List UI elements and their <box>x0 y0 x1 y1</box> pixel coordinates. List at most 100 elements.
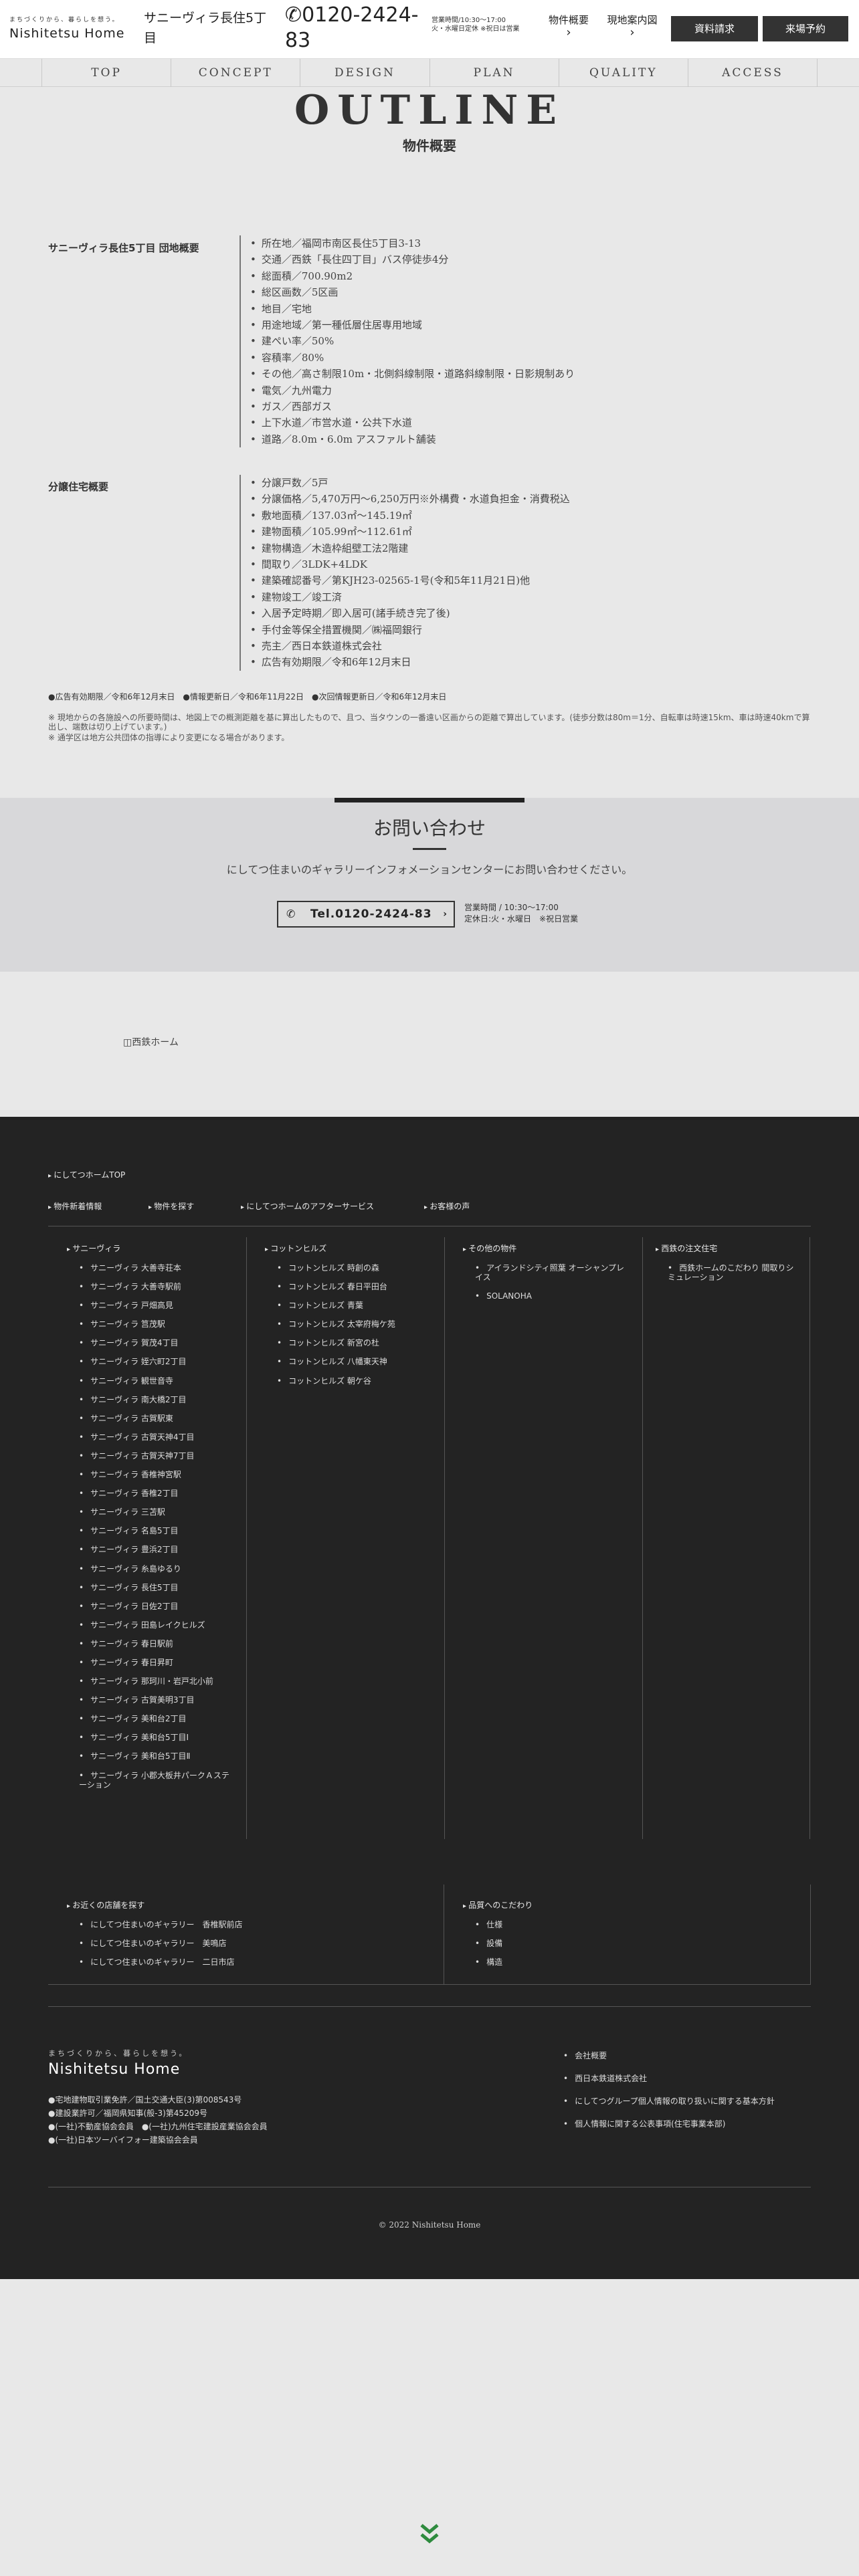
footer-brand-tagline: まちづくりから、暮らしを想う。 <box>48 2049 189 2058</box>
footer-shop-link[interactable]: にしてつ住まいのギャラリー 香椎駅前店 <box>79 1920 428 1929</box>
estate-spec-item: 総区画数／5区画 <box>250 284 575 300</box>
footer-property-link[interactable]: コットンヒルズ 太宰府梅ケ苑 <box>277 1319 432 1329</box>
housing-spec-item: 分譲価格／5,470万円〜6,250万円※外構費・水道負担金・消費税込 <box>250 491 570 507</box>
footer-property-link[interactable]: サニーヴィラ 小郡大板井パークＡステーション <box>79 1771 234 1790</box>
footer-property-link[interactable]: サニーヴィラ 筥茂駅 <box>79 1319 234 1329</box>
license-line: ●宅地建物取引業免許／国土交通大臣(3)第008543号 <box>48 2095 242 2105</box>
footer-property-link[interactable]: サニーヴィラ 美和台5丁目Ⅰ <box>79 1733 234 1742</box>
footer-link-privacy-policy[interactable]: にしてつグループ個人情報の取り扱いに関する基本方針 <box>563 2090 775 2113</box>
footer-link-home[interactable]: にしてつホームTOP <box>48 1169 125 1180</box>
housing-spec-item: 広告有効期限／令和6年12月末日 <box>250 654 570 670</box>
footer-col-custom-homes: 西鉄の注文住宅 西鉄ホームのこだわり 間取りシミュレーション <box>656 1243 796 1291</box>
footer-property-link[interactable]: サニーヴィラ 田島レイクヒルズ <box>79 1620 234 1630</box>
image-alt-text: 西鉄ホーム <box>132 1037 179 1048</box>
footer-property-link[interactable]: サニーヴィラ 名島5丁目 <box>79 1526 234 1535</box>
footer-link-search[interactable]: 物件を探す <box>149 1200 194 1212</box>
footer-shop-link[interactable]: にしてつ住まいのギャラリー 美鳴店 <box>79 1939 428 1948</box>
footer-property-link[interactable]: サニーヴィラ 日佐2丁目 <box>79 1602 234 1611</box>
footer-property-link[interactable]: サニーヴィラ 長住5丁目 <box>79 1583 234 1592</box>
note-school: ※ 通学区は地方公共団体の指導により変更になる場合があります。 <box>48 733 290 742</box>
housing-spec-item: 敷地面積／137.03㎡〜145.19㎡ <box>250 508 570 524</box>
footer-property-link[interactable]: サニーヴィラ 大善寺駅前 <box>79 1282 234 1291</box>
nav-quality[interactable]: QUALITY <box>558 59 688 87</box>
tel-button[interactable]: ✆ Tel.0120-2424-83 › <box>277 901 455 928</box>
note-distance: ※ 現地からの各施設への所要時間は、地図上での概測距離を基に算出したもので、且つ… <box>48 713 810 732</box>
footer-property-link[interactable]: サニーヴィラ 観世音寺 <box>79 1376 234 1386</box>
housing-spec-item: 売主／西日本鉄道株式会社 <box>250 638 570 654</box>
footer-property-link[interactable]: サニーヴィラ 古賀駅東 <box>79 1414 234 1423</box>
footer-property-link[interactable]: サニーヴィラ 美和台5丁目Ⅱ <box>79 1751 234 1761</box>
nav-top[interactable]: TOP <box>41 59 171 87</box>
footer-property-link[interactable]: サニーヴィラ 香椎2丁目 <box>79 1489 234 1498</box>
footer-property-link[interactable]: サニーヴィラ 南大橋2丁目 <box>79 1395 234 1404</box>
visit-reservation-button[interactable]: 来場予約 <box>763 16 848 41</box>
footer-link-new-info[interactable]: 物件新着情報 <box>48 1200 102 1212</box>
footer-property-link[interactable]: サニーヴィラ 美和台2丁目 <box>79 1714 234 1723</box>
footer-property-link[interactable]: サニーヴィラ 豊浜2丁目 <box>79 1545 234 1554</box>
nav-concept[interactable]: CONCEPT <box>171 59 300 87</box>
header-phone[interactable]: ✆0120-2424-83 <box>285 3 419 53</box>
estate-spec-item: 道路／8.0m・6.0m アスファルト舗装 <box>250 431 575 447</box>
license-line: ●(一社)不動産協会会員 ●(一社)九州住宅建設産業協会会員 <box>48 2122 268 2131</box>
footer-property-link[interactable]: サニーヴィラ 古賀天神7丁目 <box>79 1451 234 1461</box>
footer-brand-logo[interactable]: Nishitetsu Home <box>48 2061 180 2078</box>
header-link-outline[interactable]: 物件概要 › <box>547 13 590 39</box>
section-estate-list: 所在地／福岡市南区長住5丁目3-13交通／西鉄「長住四丁目」バス停徒歩4分総面積… <box>240 235 575 448</box>
footer-property-link[interactable]: コットンヒルズ 青葉 <box>277 1301 432 1310</box>
footer-property-link[interactable]: サニーヴィラ 賀茂4丁目 <box>79 1338 234 1348</box>
footer-property-link[interactable]: サニーヴィラ 姪六町2丁目 <box>79 1357 234 1366</box>
double-chevron-down-icon[interactable] <box>419 2523 440 2547</box>
header-hours-note: 火・水曜日定休 ※祝日は営業 <box>432 25 520 33</box>
footer-col-head: その他の物件 <box>463 1243 630 1254</box>
footer-quality-link[interactable]: 構造 <box>475 1957 797 1967</box>
footer-property-link[interactable]: サニーヴィラ 三苫駅 <box>79 1507 234 1517</box>
footer-property-link[interactable]: コットンヒルズ 八幡東天神 <box>277 1357 432 1366</box>
footer-property-link[interactable]: サニーヴィラ 大善寺荘本 <box>79 1263 234 1273</box>
footer-shops: お近くの店舗を探す にしてつ住まいのギャラリー 香椎駅前店にしてつ住まいのギャラ… <box>67 1899 428 1976</box>
footer-corporate-links: 会社概要 西日本鉄道株式会社 にしてつグループ個人情報の取り扱いに関する基本方針… <box>563 2044 775 2135</box>
phone-icon: ✆ <box>286 907 296 920</box>
phone-icon: ✆ <box>285 3 302 27</box>
footer-link-company[interactable]: 会社概要 <box>563 2044 775 2067</box>
footer-property-link[interactable]: サニーヴィラ 古賀美明3丁目 <box>79 1695 234 1705</box>
footer-property-link[interactable]: サニーヴィラ 春日昇町 <box>79 1658 234 1667</box>
footer-col-divider <box>809 1237 810 1839</box>
footer-property-link[interactable]: アイランドシティ照葉 オーシャンプレイス <box>475 1263 630 1282</box>
footer-property-link[interactable]: サニーヴィラ 那珂川・岩戸北小前 <box>79 1677 234 1686</box>
estate-spec-item: 総面積／700.90m2 <box>250 268 575 284</box>
footer-property-link[interactable]: コットンヒルズ 時創の森 <box>277 1263 432 1273</box>
footer-shop-link[interactable]: にしてつ住まいのギャラリー 二日市店 <box>79 1957 428 1967</box>
nav-design[interactable]: DESIGN <box>300 59 429 87</box>
footer-property-link[interactable]: サニーヴィラ 香椎神宮駅 <box>79 1470 234 1479</box>
footer-link-voice[interactable]: お客様の声 <box>424 1200 470 1212</box>
header-link-map[interactable]: 現地案内図 › <box>605 13 660 39</box>
request-materials-button[interactable]: 資料請求 <box>671 16 758 41</box>
footer-quality-link[interactable]: 仕様 <box>475 1920 797 1929</box>
footer-property-link[interactable]: コットンヒルズ 新宮の杜 <box>277 1338 432 1348</box>
footer-property-link[interactable]: サニーヴィラ 戸畑高見 <box>79 1301 234 1310</box>
brand-logo[interactable]: まちづくりから、暮らしを想う。 Nishitetsu Home <box>9 15 124 41</box>
footer-property-link[interactable]: コットンヒルズ 朝ケ谷 <box>277 1376 432 1386</box>
housing-spec-item: 分譲戸数／5戸 <box>250 475 570 491</box>
estate-spec-item: 所在地／福岡市南区長住5丁目3-13 <box>250 235 575 251</box>
footer-quality-link[interactable]: 設備 <box>475 1939 797 1948</box>
brand-name: Nishitetsu Home <box>9 26 125 41</box>
footer-property-link[interactable]: サニーヴィラ 糸島ゆるり <box>79 1564 234 1574</box>
site-header: まちづくりから、暮らしを想う。 Nishitetsu Home サニーヴィラ長住… <box>0 0 859 59</box>
footer-custom-home-link[interactable]: 西鉄ホームのこだわり 間取りシミュレーション <box>668 1263 796 1282</box>
nav-access[interactable]: ACCESS <box>687 59 818 87</box>
nav-plan[interactable]: PLAN <box>429 59 559 87</box>
footer-property-link[interactable]: サニーヴィラ 古賀天神4丁目 <box>79 1432 234 1442</box>
housing-spec-item: 入居予定時期／即入居可(諸手続き完了後) <box>250 605 570 621</box>
footer-link-privacy-disclosure[interactable]: 個人情報に関する公表事項(住宅事業本部) <box>563 2113 775 2135</box>
footer-link-nishitetsu[interactable]: 西日本鉄道株式会社 <box>563 2067 775 2090</box>
footer-property-link[interactable]: サニーヴィラ 春日駅前 <box>79 1639 234 1648</box>
contact-top-bar <box>335 798 524 802</box>
housing-spec-item: 建物面積／105.99㎡〜112.61㎡ <box>250 524 570 540</box>
housing-spec-item: 手付金等保全措置機関／㈱福岡銀行 <box>250 622 570 638</box>
header-link-outline-label: 物件概要 <box>548 14 589 26</box>
footer-property-link[interactable]: SOLANOHA <box>475 1291 630 1301</box>
footer-property-link[interactable]: コットンヒルズ 春日平田台 <box>277 1282 432 1291</box>
footer-col-divider <box>246 1237 247 1839</box>
footer-link-after-service[interactable]: にしてつホームのアフターサービス <box>241 1200 374 1212</box>
